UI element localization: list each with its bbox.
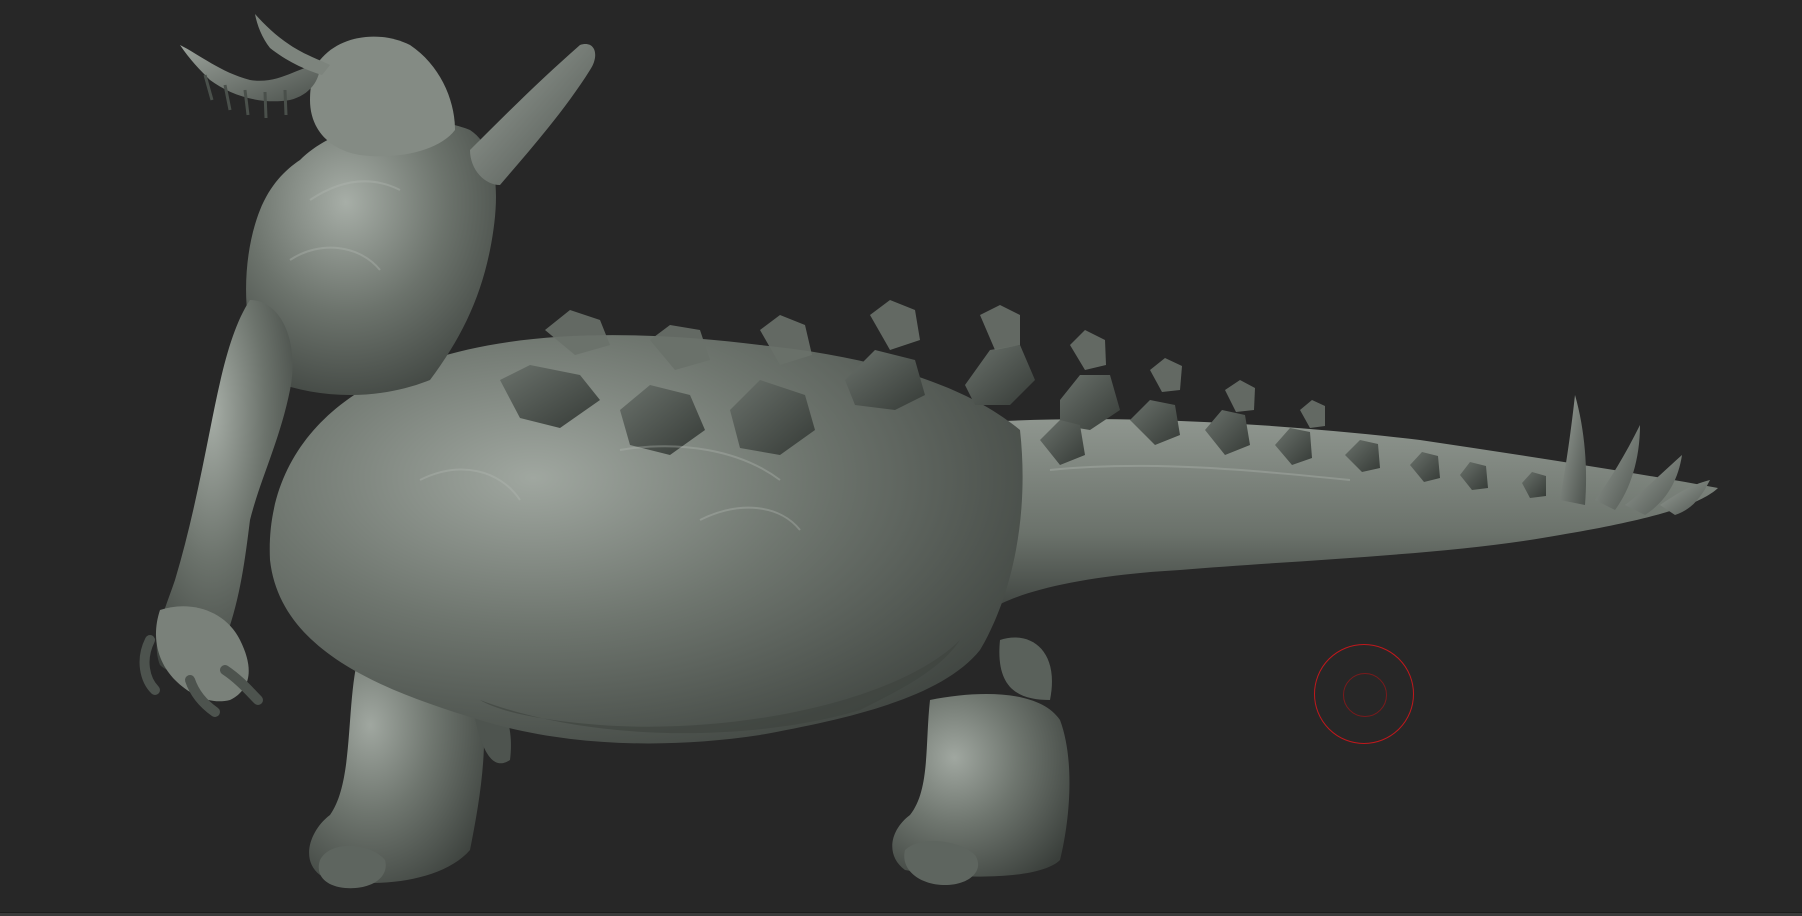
sculpt-model[interactable]: [0, 0, 1802, 916]
brush-cursor-icon: [1314, 644, 1414, 744]
head: [310, 36, 455, 157]
horn-right: [470, 44, 596, 185]
sculpt-viewport[interactable]: [0, 0, 1802, 916]
brush-cursor-inner-ring: [1343, 673, 1387, 717]
viewport-bottom-edge: [0, 912, 1802, 916]
horn-left: [180, 14, 330, 119]
hand: [139, 606, 263, 717]
